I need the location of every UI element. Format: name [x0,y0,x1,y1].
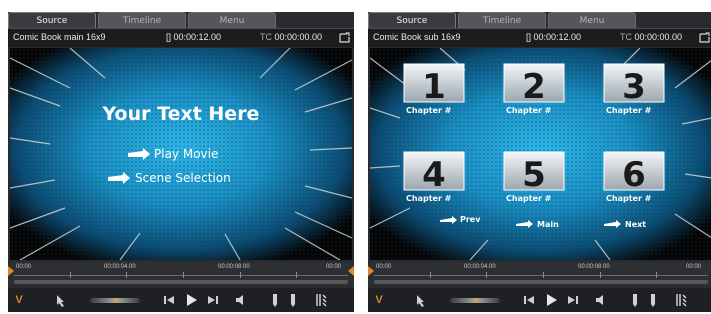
chapter-label[interactable]: Chapter # [606,106,652,115]
ruler-tick: 00:00:04.00 [464,264,496,270]
fullscreen-icon[interactable] [339,32,350,43]
mark-out-icon[interactable] [288,292,298,308]
chapter-label[interactable]: Chapter # [506,194,552,203]
step-forward-icon[interactable] [206,292,220,308]
audio-icon[interactable] [234,292,248,308]
chapter-label[interactable]: Chapter # [406,194,452,203]
tab-timeline[interactable]: Timeline [98,12,186,28]
tab-menu[interactable]: Menu [548,12,636,28]
clip-duration: [] 00:00:12.00 [526,32,582,42]
timecode-value: 00:00:00.00 [634,32,683,42]
video-track-indicator[interactable]: V [374,292,384,308]
ruler-mark [296,272,297,278]
audio-icon[interactable] [594,292,608,308]
chapter-number: 1 [422,67,446,107]
player-panel-main: Source Timeline Menu Comic Book main 16x… [8,12,354,312]
mark-in-icon[interactable] [630,292,640,308]
ruler-mark [240,272,241,278]
scrub-track[interactable] [374,280,708,284]
ruler-line [374,275,708,276]
chapter-number: 3 [622,67,646,107]
mark-out-icon[interactable] [648,292,658,308]
player-panel-sub: Source Timeline Menu Comic Book sub 16x9… [368,12,711,312]
chapter-label[interactable]: Chapter # [406,106,452,115]
time-ruler[interactable]: 00:00 00:00:04.00 00:00:08.00 00:00 [8,262,354,286]
tab-source[interactable]: Source [8,12,96,28]
timecode-label: TC [260,32,272,42]
chapter-number: 5 [522,155,546,195]
play-icon[interactable] [184,292,198,308]
mark-in-icon[interactable] [270,292,280,308]
ruler-mark [656,272,657,278]
split-icon[interactable] [314,292,328,308]
timecode-label: TC [620,32,632,42]
chapter-number: 6 [622,155,646,195]
ruler-mark [70,272,71,278]
play-icon[interactable] [544,292,558,308]
ruler-mark [430,272,431,278]
timecode-display: TC 00:00:00.00 [260,32,322,42]
tab-source[interactable]: Source [368,12,456,28]
ruler-mark [543,272,544,278]
rewind-icon[interactable] [162,292,176,308]
tab-bar: Source Timeline Menu [368,12,636,28]
tab-timeline[interactable]: Timeline [458,12,546,28]
time-ruler[interactable]: 00:00 00:00:04.00 00:00:08.00 00:00 [368,262,711,286]
chapter-number: 2 [522,67,546,107]
ruler-mark [600,272,601,278]
main-button[interactable]: Main [537,220,559,229]
in-handle[interactable] [368,266,374,276]
video-track-indicator[interactable]: V [14,292,24,308]
ruler-line [14,275,348,276]
menu-preview[interactable]: Your Text Here Play Movie Scene Selectio… [10,48,352,260]
ruler-tick: 00:00:04.00 [104,264,136,270]
menu-preview[interactable]: 1 Chapter # 2 Chapter # 3 Chapter # 4 Ch… [370,48,711,260]
tab-bar: Source Timeline Menu [8,12,276,28]
ruler-mark [183,272,184,278]
arrow-icon[interactable] [414,292,428,308]
jog-shuttle[interactable] [450,298,500,303]
ruler-tick: 00:00 [326,264,342,270]
ruler-tick: 00:00 [16,264,32,270]
in-handle[interactable] [8,266,14,276]
jog-shuttle[interactable] [90,298,140,303]
ruler-tick: 00:00 [376,264,392,270]
step-forward-icon[interactable] [566,292,580,308]
chapter-number: 4 [422,155,446,195]
transport-controls: V [368,288,711,312]
ruler-tick: 00:00:08.00 [578,264,610,270]
arrow-icon[interactable] [54,292,68,308]
info-bar: Comic Book sub 16x9 [] 00:00:12.00 TC 00… [368,28,711,47]
scrub-track[interactable] [14,280,348,284]
split-icon[interactable] [674,292,688,308]
scene-selection-button[interactable]: Scene Selection [135,171,231,185]
ruler-mark [486,272,487,278]
timecode-value: 00:00:00.00 [274,32,323,42]
chapter-label[interactable]: Chapter # [606,194,652,203]
out-handle[interactable] [348,266,354,276]
ruler-mark [126,272,127,278]
prev-button[interactable]: Prev [460,215,481,224]
timecode-display: TC 00:00:00.00 [620,32,682,42]
rewind-icon[interactable] [522,292,536,308]
chapter-label[interactable]: Chapter # [506,106,552,115]
next-button[interactable]: Next [625,220,646,229]
fullscreen-icon[interactable] [699,32,710,43]
tab-menu[interactable]: Menu [188,12,276,28]
menu-title: Your Text Here [102,103,260,125]
play-movie-button[interactable]: Play Movie [154,147,218,161]
info-bar: Comic Book main 16x9 [] 00:00:12.00 TC 0… [8,28,354,47]
clip-duration: [] 00:00:12.00 [166,32,222,42]
ruler-tick: 00:00 [686,264,702,270]
clip-name: Comic Book main 16x9 [13,32,106,42]
ruler-tick: 00:00:08.00 [218,264,250,270]
clip-name: Comic Book sub 16x9 [373,32,461,42]
transport-controls: V [8,288,354,312]
